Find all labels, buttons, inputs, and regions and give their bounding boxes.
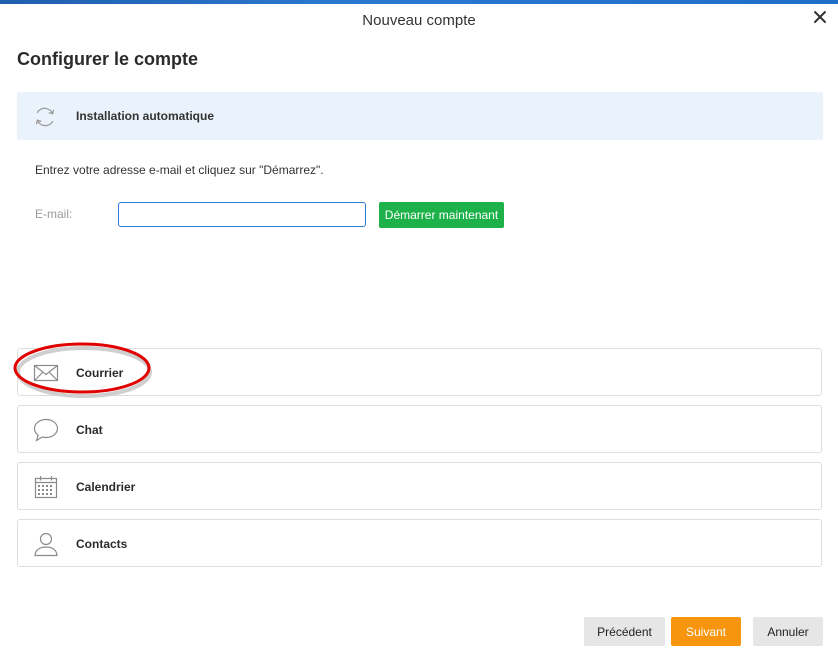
- previous-button[interactable]: Précédent: [584, 617, 665, 646]
- service-contacts[interactable]: Contacts: [17, 519, 822, 567]
- calendar-icon: [32, 474, 60, 500]
- dialog-title: Nouveau compte: [362, 12, 476, 29]
- service-mail-label: Courrier: [76, 366, 124, 380]
- service-chat[interactable]: Chat: [17, 405, 822, 453]
- service-chat-label: Chat: [76, 423, 103, 437]
- cancel-button[interactable]: Annuler: [753, 617, 823, 646]
- mail-icon: [32, 360, 60, 386]
- chat-bubble-icon: [32, 417, 60, 443]
- close-icon[interactable]: [812, 9, 828, 25]
- page-title: Configurer le compte: [17, 49, 199, 69]
- auto-setup-label: Installation automatique: [76, 109, 215, 123]
- email-label: E-mail:: [35, 207, 73, 221]
- service-calendar[interactable]: Calendrier: [17, 462, 822, 510]
- start-now-button[interactable]: Démarrer maintenant: [379, 202, 504, 228]
- next-button[interactable]: Suivant: [671, 617, 741, 646]
- auto-setup-instruction: Entrez votre adresse e-mail et cliquez s…: [35, 163, 324, 177]
- email-field[interactable]: [118, 202, 366, 227]
- auto-setup-banner: Installation automatique: [17, 92, 823, 140]
- window-accent-bar: [0, 0, 838, 4]
- service-calendar-label: Calendrier: [76, 480, 136, 494]
- service-mail[interactable]: Courrier: [17, 348, 822, 396]
- service-contacts-label: Contacts: [76, 537, 128, 551]
- refresh-icon: [32, 104, 58, 130]
- new-account-dialog: Nouveau compte Configurer le compte Inst…: [0, 0, 838, 656]
- user-icon: [32, 531, 60, 557]
